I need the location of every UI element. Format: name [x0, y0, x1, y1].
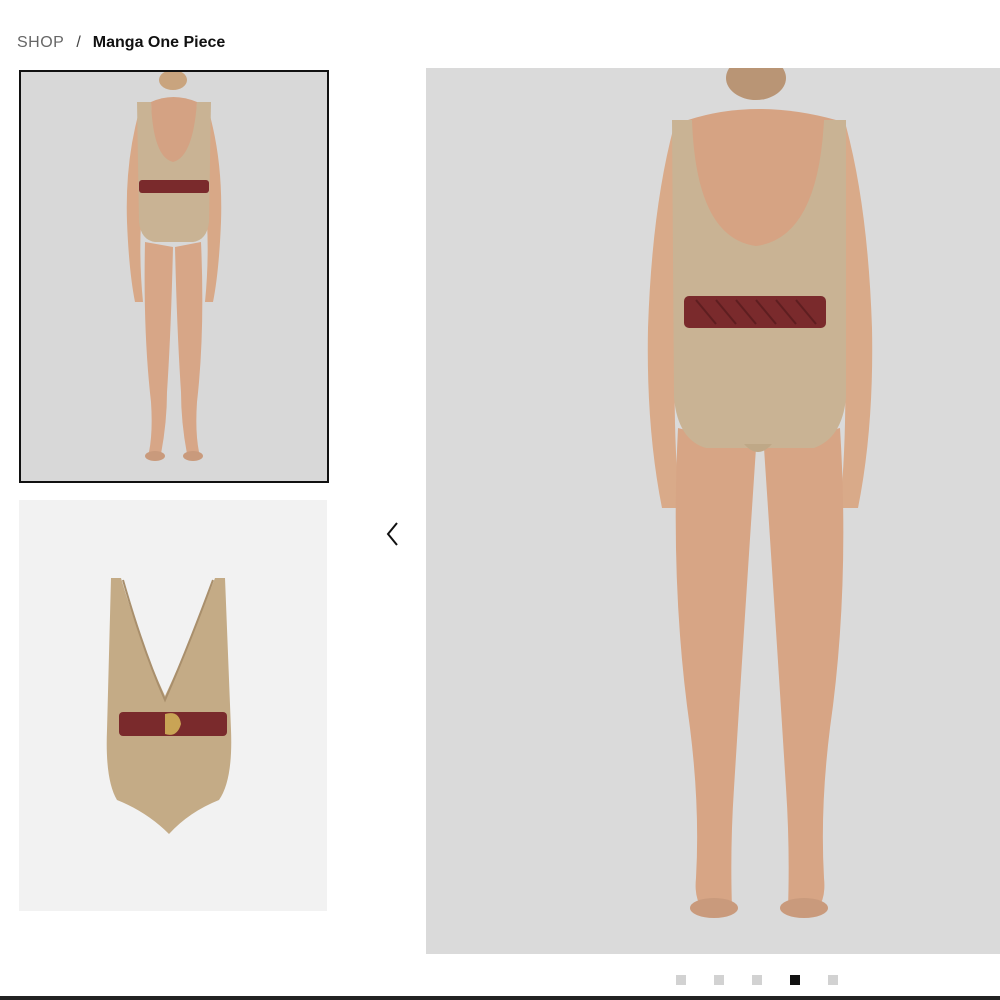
- swimsuit-front-image: [19, 500, 327, 911]
- bottom-divider: [0, 996, 1000, 1000]
- thumbnail-back-view[interactable]: [19, 70, 329, 483]
- pagination-dot-5[interactable]: [828, 975, 838, 985]
- previous-image-button[interactable]: [378, 516, 406, 552]
- pagination-dot-4[interactable]: [790, 975, 800, 985]
- pagination-dot-1[interactable]: [676, 975, 686, 985]
- image-pagination: [676, 975, 866, 985]
- breadcrumb-shop-link[interactable]: SHOP: [17, 34, 64, 52]
- chevron-left-icon: [386, 522, 398, 546]
- model-back-view-large: [426, 68, 1000, 954]
- breadcrumb-current-page: Manga One Piece: [92, 34, 226, 51]
- pagination-dot-2[interactable]: [714, 975, 724, 985]
- breadcrumb-separator: /: [76, 34, 81, 51]
- thumbnail-front-flat[interactable]: [19, 500, 327, 911]
- breadcrumb: SHOP / Manga One Piece: [17, 34, 225, 52]
- model-back-view-image: [21, 72, 327, 481]
- pagination-dot-3[interactable]: [752, 975, 762, 985]
- main-product-image[interactable]: [426, 68, 1000, 954]
